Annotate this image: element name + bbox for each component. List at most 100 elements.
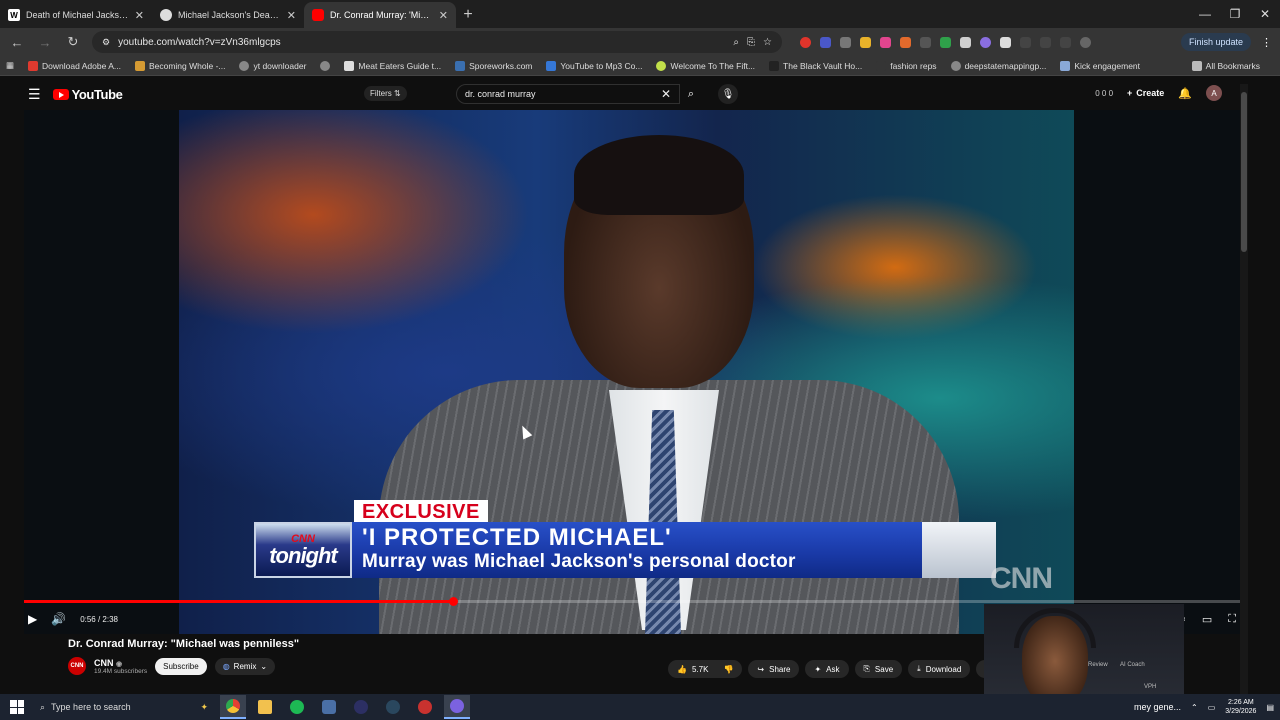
extension-icon[interactable] [1000, 36, 1011, 48]
channel-avatar[interactable]: CNN [68, 657, 86, 675]
menu-dots-icon[interactable]: ⋮ [1261, 36, 1272, 49]
app-icon[interactable] [444, 695, 470, 719]
extension-icon[interactable] [820, 36, 831, 48]
browser-tab-3[interactable]: Dr. Conrad Murray: 'Michael wa ✕ [304, 2, 456, 28]
extension-icon[interactable] [880, 36, 891, 48]
bell-icon[interactable]: 🔔 [1178, 87, 1192, 100]
bookmark-item[interactable]: Becoming Whole -... [134, 60, 225, 71]
windows-start-icon[interactable] [10, 700, 24, 714]
bookmark-item[interactable]: Kick engagement [1060, 60, 1140, 71]
bookmark-item[interactable]: yt downloader [239, 60, 306, 71]
youtube-icon [312, 9, 324, 21]
star-icon[interactable]: ☆ [763, 37, 772, 48]
extension-icon[interactable] [840, 36, 851, 48]
ask-button[interactable]: ✦ Ask [805, 660, 849, 678]
notification-icon[interactable]: ▤ [1266, 703, 1274, 712]
finish-update-button[interactable]: Finish update [1180, 33, 1251, 51]
bookmark-item[interactable]: The Black Vault Ho... [769, 60, 862, 71]
apps-grid-icon[interactable]: ▦ [6, 60, 14, 71]
media-icon[interactable] [1060, 36, 1071, 48]
bookmark-item[interactable]: deepstatemappingp... [950, 60, 1046, 71]
youtube-logo[interactable]: YouTube [52, 87, 123, 102]
bookmark-item[interactable]: Download Adobe A... [28, 60, 121, 71]
subscribe-button[interactable]: Subscribe [155, 657, 207, 675]
reload-icon[interactable]: ↻ [64, 34, 82, 50]
search-input[interactable]: dr. conrad murray ✕ [456, 84, 680, 104]
close-window-icon[interactable]: ✕ [1250, 0, 1280, 28]
video-player[interactable]: EXCLUSIVE CNN tonight 'I PROTECTED MICHA… [24, 110, 1240, 634]
filters-button[interactable]: Filters ⇅ [364, 86, 407, 101]
network-icon[interactable]: ▭ [1208, 703, 1216, 712]
headline: 'I PROTECTED MICHAEL' [362, 524, 672, 551]
minimize-icon[interactable]: — [1190, 0, 1220, 28]
headline-banner: 'I PROTECTED MICHAEL' Murray was Michael… [352, 522, 922, 578]
avatar[interactable]: A [1206, 85, 1222, 101]
hamburger-menu-icon[interactable]: ☰ [28, 86, 41, 103]
download-button[interactable]: ⤓ Download [908, 660, 971, 678]
taskbar-search[interactable]: ⌕ Type here to search ✦ [34, 696, 214, 718]
plus-icon[interactable]: + [456, 2, 480, 28]
zoom-icon[interactable]: ⌕ [733, 37, 739, 48]
bookmark-item[interactable]: Meat Eaters Guide t... [344, 60, 441, 71]
theater-mode-icon[interactable]: ▭ [1202, 613, 1212, 626]
steam-icon[interactable] [380, 695, 406, 719]
chrome-icon[interactable] [220, 695, 246, 719]
restore-icon[interactable]: ❐ [1220, 0, 1250, 28]
install-icon[interactable]: ⎘ [747, 37, 755, 48]
save-button[interactable]: ⎘ Save [854, 660, 903, 678]
forward-arrow-icon[interactable]: → [36, 35, 54, 50]
play-icon[interactable]: ▶ [28, 612, 37, 626]
browser-tab-2[interactable]: Michael Jackson's Death: Propo ✕ [152, 2, 304, 28]
microphone-icon[interactable]: 🎙 [718, 84, 738, 104]
all-bookmarks-button[interactable]: All Bookmarks [1191, 60, 1260, 71]
site-info-icon[interactable]: ⚙ [102, 37, 110, 48]
thumbs-down-icon[interactable]: 👎 [723, 665, 733, 674]
extension-icon[interactable] [800, 36, 811, 48]
close-tab-icon[interactable]: ✕ [287, 9, 296, 22]
channel-name[interactable]: CNN ◉ [94, 658, 147, 668]
extension-icon[interactable] [940, 36, 951, 48]
back-arrow-icon[interactable]: ← [8, 35, 26, 50]
remix-button[interactable]: ◍ Remix ⌄ [214, 657, 276, 675]
bookmark-item[interactable] [320, 60, 331, 71]
bookmark-item[interactable]: YouTube to Mp3 Co... [546, 60, 642, 71]
close-tab-icon[interactable]: ✕ [135, 9, 144, 22]
file-explorer-icon[interactable] [252, 695, 278, 719]
bookmark-item[interactable]: Sporeworks.com [455, 60, 532, 71]
bookmark-item[interactable]: fashion reps [876, 60, 937, 71]
chevron-up-icon[interactable]: ⌃ [1191, 703, 1198, 712]
extension-icon[interactable] [960, 36, 971, 48]
search-icon[interactable]: ⌕ [680, 84, 702, 104]
bookmark-icon [1060, 60, 1071, 71]
clear-search-icon[interactable]: ✕ [661, 87, 671, 101]
create-button[interactable]: + Create [1127, 88, 1164, 98]
share-button[interactable]: ↪ Share [748, 660, 800, 678]
clock[interactable]: 2:26 AM 3/29/2026 [1225, 698, 1256, 716]
sparkle-icon: ✦ [814, 664, 822, 674]
app-icon[interactable] [316, 695, 342, 719]
extension-icon[interactable] [900, 36, 911, 48]
fullscreen-icon[interactable]: ⛶ [1228, 613, 1236, 626]
progress-bar[interactable] [24, 597, 1240, 606]
bookmark-icon [344, 60, 355, 71]
scrollbar-thumb[interactable] [1241, 92, 1247, 252]
address-bar[interactable]: ⚙ youtube.com/watch?v=zVn36mlgcps ⌕ ⎘ ☆ [92, 31, 782, 53]
extension-icon[interactable] [860, 36, 871, 48]
browser-tab-1[interactable]: W Death of Michael Jackson - Wiki ✕ [0, 2, 152, 28]
puzzle-icon[interactable] [1020, 36, 1031, 48]
volume-icon[interactable]: 🔊 [51, 612, 66, 626]
news-widget[interactable]: mey gene... [1134, 702, 1181, 712]
video-frame[interactable]: EXCLUSIVE CNN tonight 'I PROTECTED MICHA… [179, 110, 1074, 634]
extension-icon[interactable] [980, 36, 991, 48]
page-scrollbar[interactable] [1240, 84, 1248, 694]
bookmark-item[interactable]: Welcome To The Fift... [656, 60, 755, 71]
spotify-icon[interactable] [284, 695, 310, 719]
ai-coach-label: AI Coach [1120, 662, 1145, 668]
close-tab-icon[interactable]: ✕ [439, 9, 448, 22]
profile-icon[interactable] [1080, 36, 1091, 48]
recorder-icon[interactable] [412, 695, 438, 719]
media-player-icon[interactable] [348, 695, 374, 719]
sidepanel-icon[interactable] [1040, 36, 1051, 48]
like-button[interactable]: 👍 5.7K 👎 [668, 660, 743, 678]
extension-icon[interactable] [920, 36, 931, 48]
